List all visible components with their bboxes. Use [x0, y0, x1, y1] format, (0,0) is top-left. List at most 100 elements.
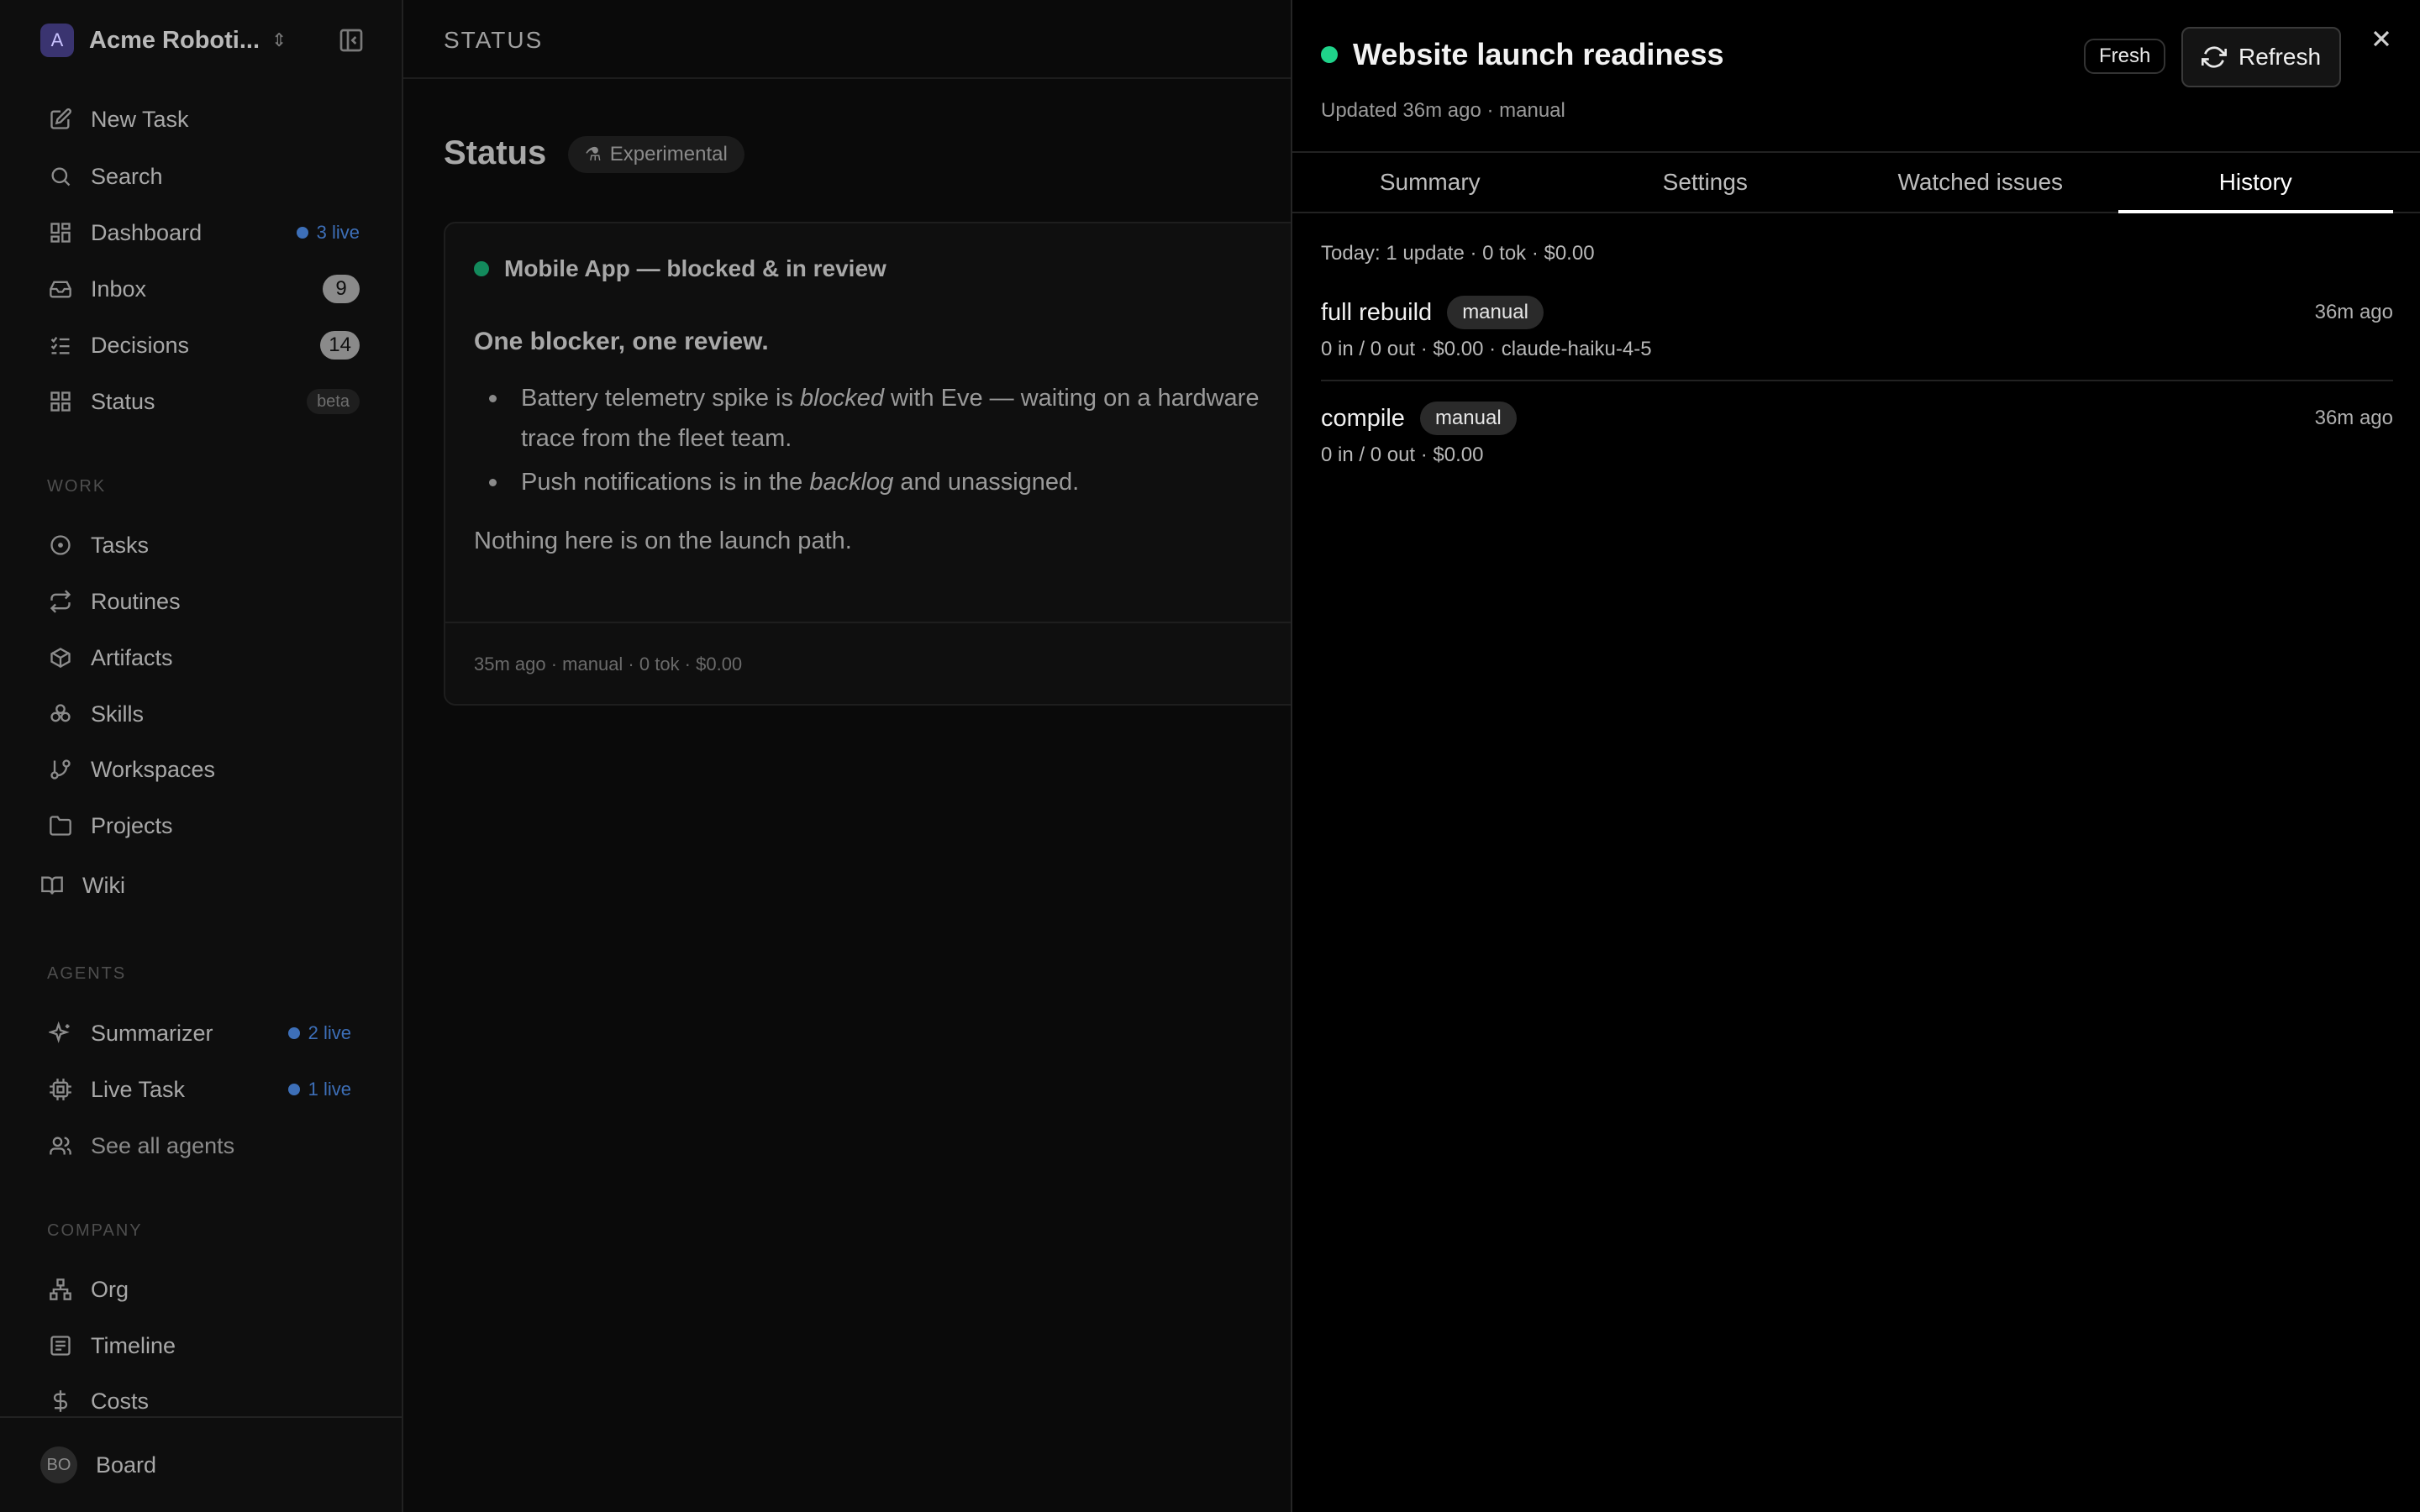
nav-label: Summarizer — [91, 1020, 213, 1046]
nav-label: Routines — [91, 588, 181, 614]
sidebar-collapse-icon[interactable] — [338, 27, 365, 54]
list-item: Push notifications is in the backlog and… — [474, 462, 1314, 502]
history-row[interactable]: full rebuild manual 36m ago 0 in / 0 out… — [1321, 296, 2393, 361]
history-summary: Today: 1 update · 0 tok · $0.00 — [1321, 242, 1595, 265]
nav-label: Timeline — [91, 1332, 176, 1358]
status-card[interactable]: Mobile App — blocked & in review One blo… — [444, 222, 1334, 706]
nav-label: Status — [91, 388, 155, 414]
beta-badge: beta — [307, 389, 360, 414]
card-meta: 35m ago · manual · 0 tok · $0.00 — [474, 654, 743, 675]
nav-label: Dashboard — [91, 219, 203, 245]
board-user[interactable]: BO Board — [40, 1446, 156, 1483]
history-time: 36m ago — [2314, 407, 2393, 429]
trigger-badge: manual — [1419, 402, 1517, 435]
history-meta: 0 in / 0 out · $0.00 — [1321, 444, 1484, 466]
status-dot — [1321, 46, 1338, 63]
nav-label: Workspaces — [91, 756, 216, 782]
nav-label: Inbox — [91, 276, 147, 302]
live-indicator: 3 live — [297, 222, 360, 244]
status-dot — [474, 261, 489, 276]
org-chart-icon — [47, 1276, 74, 1303]
inbox-icon — [47, 276, 74, 302]
card-closing: Nothing here is on the launch path. — [474, 528, 852, 554]
git-branch-icon — [47, 756, 74, 783]
trigger-badge: manual — [1447, 296, 1544, 329]
nav-tasks[interactable]: Tasks — [47, 527, 360, 564]
experimental-badge: ⚗ Experimental — [568, 136, 744, 173]
nav-decisions[interactable]: Decisions 14 — [47, 327, 360, 364]
live-indicator: 1 live — [288, 1079, 351, 1100]
nav-label: Skills — [91, 701, 145, 727]
tab-watched-issues[interactable]: Watched issues — [1843, 153, 2118, 212]
nav-label: Wiki — [82, 872, 125, 898]
nav-live-task[interactable]: Live Task 1 live — [47, 1071, 360, 1108]
circle-dot-icon — [47, 532, 74, 559]
nav-projects[interactable]: Projects — [47, 807, 360, 844]
nav-costs[interactable]: Costs — [47, 1383, 360, 1420]
close-icon[interactable] — [2368, 25, 2395, 52]
nav-label: Live Task — [91, 1076, 186, 1102]
nav-label: Costs — [91, 1388, 150, 1414]
workspace-name: Acme Roboti... — [89, 26, 260, 54]
book-open-icon — [39, 872, 66, 899]
nav-label: Tasks — [91, 532, 150, 558]
nav-label: New Task — [91, 106, 189, 132]
dashboard-icon — [47, 219, 74, 246]
edit-icon — [47, 106, 74, 133]
divider — [445, 622, 1333, 623]
nav-wiki[interactable]: Wiki — [39, 867, 351, 904]
nav-label: See all agents — [91, 1132, 235, 1158]
history-meta: 0 in / 0 out · $0.00 · claude-haiku-4-5 — [1321, 338, 1652, 360]
grid-icon — [47, 388, 74, 415]
cpu-icon — [47, 1076, 74, 1103]
tab-settings[interactable]: Settings — [1568, 153, 1844, 212]
nav-org[interactable]: Org — [47, 1271, 360, 1308]
card-bullets: Battery telemetry spike is blocked with … — [474, 378, 1314, 506]
board-label: Board — [96, 1452, 157, 1478]
section-heading-agents: AGENTS — [47, 964, 127, 983]
nav-skills[interactable]: Skills — [47, 696, 360, 732]
nav-label: Decisions — [91, 332, 190, 358]
nav-label: Org — [91, 1276, 129, 1302]
nav-routines[interactable]: Routines — [47, 583, 360, 620]
nav-label: Search — [91, 163, 163, 189]
nav-inbox[interactable]: Inbox 9 — [47, 270, 360, 307]
topbar: STATUS — [403, 0, 1291, 79]
count-badge: 9 — [323, 275, 360, 303]
panel-subtitle: Updated 36m ago · manual — [1321, 99, 1565, 122]
history-name: full rebuild — [1321, 298, 1433, 326]
nav-status[interactable]: Status beta — [47, 383, 360, 420]
nav-see-all-agents[interactable]: See all agents — [47, 1127, 360, 1164]
detail-panel: Website launch readiness Updated 36m ago… — [1291, 0, 2420, 1512]
folder-icon — [47, 812, 74, 839]
tab-history[interactable]: History — [2118, 153, 2394, 213]
card-header: Mobile App — blocked & in review — [474, 255, 886, 282]
card-title: Mobile App — blocked & in review — [504, 255, 886, 281]
sidebar-footer: BO Board — [0, 1416, 402, 1512]
divider — [1321, 380, 2393, 381]
dollar-icon — [47, 1388, 74, 1415]
history-row[interactable]: compile manual 36m ago 0 in / 0 out · $0… — [1321, 402, 2393, 467]
box-icon — [47, 644, 74, 671]
nav-dashboard[interactable]: Dashboard 3 live — [47, 214, 360, 251]
refresh-button[interactable]: Refresh — [2181, 27, 2341, 87]
nav-timeline[interactable]: Timeline — [47, 1327, 360, 1364]
workspace-switcher[interactable]: A Acme Roboti... ⇕ — [40, 24, 368, 57]
count-badge: 14 — [320, 331, 360, 360]
section-heading-company: COMPANY — [47, 1221, 143, 1240]
fresh-badge: Fresh — [2084, 39, 2166, 74]
nav-artifacts[interactable]: Artifacts — [47, 639, 360, 676]
nav-search[interactable]: Search — [47, 158, 360, 195]
panel-tabs: Summary Settings Watched issues History — [1292, 151, 2420, 213]
sidebar: A Acme Roboti... ⇕ New Task Search Dashb… — [0, 0, 403, 1512]
users-icon — [47, 1132, 74, 1159]
nav-summarizer[interactable]: Summarizer 2 live — [47, 1015, 360, 1052]
sparkles-icon — [47, 1020, 74, 1047]
panel-title: Website launch readiness — [1353, 37, 1724, 71]
live-indicator: 2 live — [288, 1022, 351, 1044]
nav-new-task[interactable]: New Task — [47, 101, 360, 138]
tab-summary[interactable]: Summary — [1292, 153, 1568, 212]
nav-workspaces[interactable]: Workspaces — [47, 751, 360, 788]
timeline-icon — [47, 1332, 74, 1359]
nav-label: Projects — [91, 812, 173, 838]
